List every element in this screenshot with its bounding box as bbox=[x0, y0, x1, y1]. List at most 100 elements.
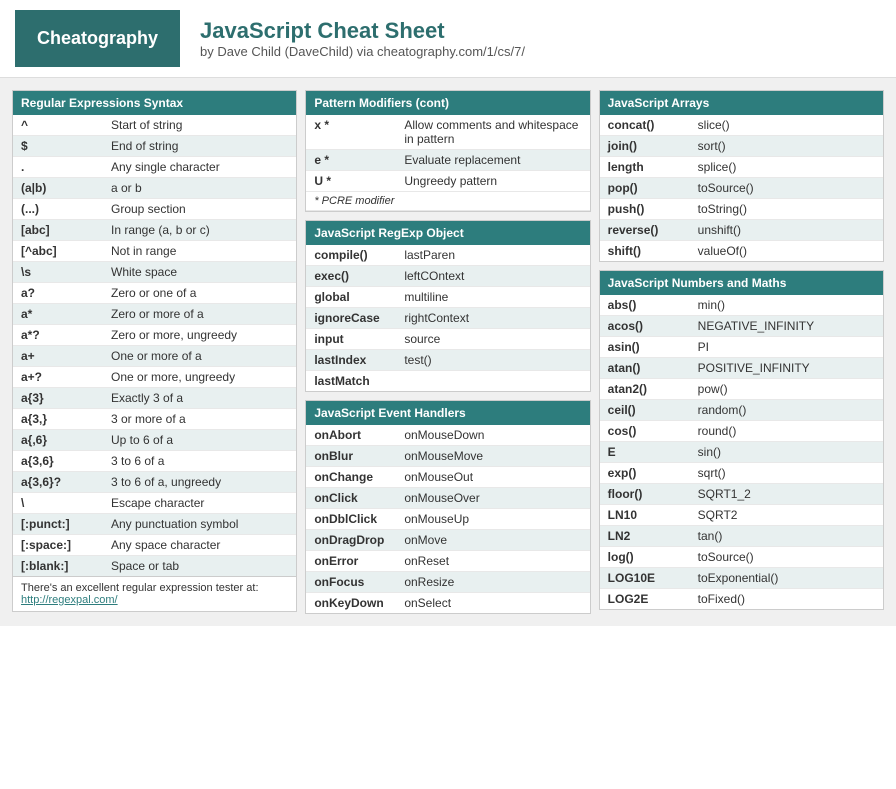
cell-key: shift() bbox=[608, 244, 698, 258]
table-row: abs()min() bbox=[600, 295, 883, 316]
cell-key: \s bbox=[21, 265, 111, 279]
cell-val: unshift() bbox=[698, 223, 875, 237]
cell-val: Not in range bbox=[111, 244, 288, 258]
table-row: [:blank:]Space or tab bbox=[13, 556, 296, 576]
cell-val: min() bbox=[698, 298, 875, 312]
table-row: ceil()random() bbox=[600, 400, 883, 421]
table-row: a*?Zero or more, ungreedy bbox=[13, 325, 296, 346]
table-row: [:punct:]Any punctuation symbol bbox=[13, 514, 296, 535]
cell-val: source bbox=[404, 332, 581, 346]
table-row: LN2tan() bbox=[600, 526, 883, 547]
table-row: atan2()pow() bbox=[600, 379, 883, 400]
cell-val: leftCOntext bbox=[404, 269, 581, 283]
cell-key: e * bbox=[314, 153, 404, 167]
cell-val: onMouseOver bbox=[404, 491, 581, 505]
regexp-obj-header: JavaScript RegExp Object bbox=[306, 221, 589, 245]
cell-key: a{,6} bbox=[21, 433, 111, 447]
table-row: U *Ungreedy pattern bbox=[306, 171, 589, 192]
cell-key: onDblClick bbox=[314, 512, 404, 526]
cell-key: . bbox=[21, 160, 111, 174]
cell-key: onKeyDown bbox=[314, 596, 404, 610]
regex-link[interactable]: http://regexpal.com/ bbox=[21, 594, 118, 606]
table-row: push()toString() bbox=[600, 199, 883, 220]
table-row: onAbortonMouseDown bbox=[306, 425, 589, 446]
table-row: acos()NEGATIVE_INFINITY bbox=[600, 316, 883, 337]
cell-key: asin() bbox=[608, 340, 698, 354]
cell-key: [:space:] bbox=[21, 538, 111, 552]
cell-val: Allow comments and whitespace in pattern bbox=[404, 118, 581, 146]
cell-val: Any punctuation symbol bbox=[111, 517, 288, 531]
cell-val: sqrt() bbox=[698, 466, 875, 480]
cell-val: POSITIVE_INFINITY bbox=[698, 361, 875, 375]
cell-val: SQRT1_2 bbox=[698, 487, 875, 501]
cell-val: valueOf() bbox=[698, 244, 875, 258]
cell-key: a{3} bbox=[21, 391, 111, 405]
table-row: onErroronReset bbox=[306, 551, 589, 572]
arrays-header: JavaScript Arrays bbox=[600, 91, 883, 115]
arrays-card: JavaScript Arrays concat()slice()join()s… bbox=[599, 90, 884, 262]
cell-key: input bbox=[314, 332, 404, 346]
cell-key: atan2() bbox=[608, 382, 698, 396]
cell-val: test() bbox=[404, 353, 581, 367]
cell-val: Zero or one of a bbox=[111, 286, 288, 300]
table-row: a*Zero or more of a bbox=[13, 304, 296, 325]
cell-key: \ bbox=[21, 496, 111, 510]
cell-val: Space or tab bbox=[111, 559, 288, 573]
cell-key: ceil() bbox=[608, 403, 698, 417]
cell-key: [^abc] bbox=[21, 244, 111, 258]
column-2: Pattern Modifiers (cont) x *Allow commen… bbox=[301, 86, 594, 618]
cell-key: a* bbox=[21, 307, 111, 321]
table-row: LOG2EtoFixed() bbox=[600, 589, 883, 609]
table-row: \Escape character bbox=[13, 493, 296, 514]
cell-key: a{3,6}? bbox=[21, 475, 111, 489]
cell-key: atan() bbox=[608, 361, 698, 375]
cell-val: sort() bbox=[698, 139, 875, 153]
table-row: a{3,}3 or more of a bbox=[13, 409, 296, 430]
table-row: cos()round() bbox=[600, 421, 883, 442]
cell-val: a or b bbox=[111, 181, 288, 195]
cell-key: ^ bbox=[21, 118, 111, 132]
table-row: onDragDroponMove bbox=[306, 530, 589, 551]
regex-syntax-card: Regular Expressions Syntax ^Start of str… bbox=[12, 90, 297, 612]
cell-val: round() bbox=[698, 424, 875, 438]
table-row: $End of string bbox=[13, 136, 296, 157]
cell-key: onAbort bbox=[314, 428, 404, 442]
cell-val: Zero or more of a bbox=[111, 307, 288, 321]
cell-val: Escape character bbox=[111, 496, 288, 510]
cell-key: LN2 bbox=[608, 529, 698, 543]
cell-val: onMouseUp bbox=[404, 512, 581, 526]
note-row: * PCRE modifier bbox=[306, 192, 589, 211]
cell-val: multiline bbox=[404, 290, 581, 304]
cell-val: tan() bbox=[698, 529, 875, 543]
cell-val: One or more of a bbox=[111, 349, 288, 363]
table-row: exp()sqrt() bbox=[600, 463, 883, 484]
cell-key: onError bbox=[314, 554, 404, 568]
table-row: lastIndextest() bbox=[306, 350, 589, 371]
table-row: onBluronMouseMove bbox=[306, 446, 589, 467]
cell-val: Evaluate replacement bbox=[404, 153, 581, 167]
cell-val: onResize bbox=[404, 575, 581, 589]
table-row: [^abc]Not in range bbox=[13, 241, 296, 262]
cell-val: lastParen bbox=[404, 248, 581, 262]
cell-val: One or more, ungreedy bbox=[111, 370, 288, 384]
table-row: a{3,6}?3 to 6 of a, ungreedy bbox=[13, 472, 296, 493]
table-row: .Any single character bbox=[13, 157, 296, 178]
cell-key: log() bbox=[608, 550, 698, 564]
cell-key: LOG2E bbox=[608, 592, 698, 606]
table-row: exec()leftCOntext bbox=[306, 266, 589, 287]
table-row: e *Evaluate replacement bbox=[306, 150, 589, 171]
cell-key: x * bbox=[314, 118, 404, 132]
table-row: log()toSource() bbox=[600, 547, 883, 568]
table-row: (a|b)a or b bbox=[13, 178, 296, 199]
table-row: globalmultiline bbox=[306, 287, 589, 308]
cell-key: lastMatch bbox=[314, 374, 404, 388]
table-row: (...)Group section bbox=[13, 199, 296, 220]
cell-val: onMove bbox=[404, 533, 581, 547]
cell-key: exp() bbox=[608, 466, 698, 480]
table-row: atan()POSITIVE_INFINITY bbox=[600, 358, 883, 379]
arrays-body: concat()slice()join()sort()lengthsplice(… bbox=[600, 115, 883, 261]
cell-val: toString() bbox=[698, 202, 875, 216]
cell-key: LOG10E bbox=[608, 571, 698, 585]
cell-key: (...) bbox=[21, 202, 111, 216]
pattern-mod-body: x *Allow comments and whitespace in patt… bbox=[306, 115, 589, 211]
